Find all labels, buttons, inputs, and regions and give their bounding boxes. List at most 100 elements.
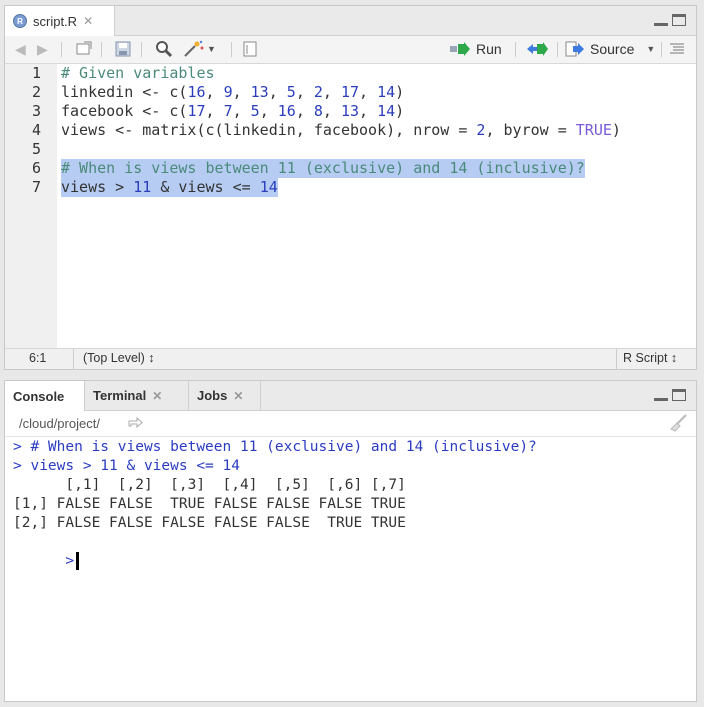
code-line[interactable]: linkedin <- c(16, 9, 13, 5, 2, 17, 14): [61, 83, 404, 102]
search-icon[interactable]: [155, 39, 173, 59]
minimize-icon[interactable]: [654, 14, 668, 26]
code-token: ,: [205, 83, 224, 101]
tab-terminal[interactable]: Terminal ✕: [85, 381, 189, 410]
editor-status-bar: 6:1 (Top Level) ↕ R Script ↕: [5, 348, 696, 369]
code-token: 7: [223, 102, 233, 120]
editor-toolbar: ◀ ▶ ▼ Run Source ▼: [5, 36, 696, 64]
code-token: 5: [250, 102, 260, 120]
line-number: 3: [31, 102, 41, 120]
code-token: ,: [232, 102, 251, 120]
go-to-directory-icon[interactable]: [127, 415, 143, 432]
minimize-icon[interactable]: [654, 389, 668, 401]
show-in-window-icon[interactable]: [75, 39, 93, 59]
code-token: # Given variables: [61, 64, 215, 82]
code-token: 14: [259, 178, 278, 196]
maximize-icon[interactable]: [672, 14, 686, 26]
text-cursor: [76, 552, 80, 570]
code-token: 2: [313, 83, 323, 101]
code-token: ,: [259, 102, 278, 120]
rerun-icon: [527, 42, 548, 56]
code-token: 17: [187, 102, 206, 120]
working-directory-bar: /cloud/project/: [5, 411, 696, 437]
code-token: 8: [313, 102, 323, 120]
close-icon[interactable]: ✕: [152, 389, 162, 403]
clear-console-broom-icon[interactable]: [668, 414, 688, 435]
tab-label: Jobs: [197, 388, 228, 403]
code-editor[interactable]: # Given variables linkedin <- c(16, 9, 1…: [61, 64, 696, 349]
code-token: ,: [322, 102, 341, 120]
code-line-selected[interactable]: views > 11 & views <= 14: [61, 178, 278, 197]
scope-selector[interactable]: (Top Level) ↕: [83, 351, 155, 365]
line-number: 1: [31, 64, 41, 82]
document-outline-icon[interactable]: [669, 39, 685, 59]
code-token: 16: [187, 83, 206, 101]
code-token: & views <=: [151, 178, 260, 196]
tab-console[interactable]: Console: [5, 381, 85, 411]
code-tools-wand-icon[interactable]: ▼: [183, 39, 216, 59]
code-token: ,: [359, 102, 378, 120]
r-file-icon: R: [13, 14, 27, 28]
compile-report-icon[interactable]: [243, 39, 257, 59]
line-number: 5: [31, 140, 41, 158]
code-token: facebook <- c(: [61, 102, 188, 120]
chevron-down-icon[interactable]: ▼: [646, 44, 655, 54]
code-token: 14: [377, 83, 396, 101]
console-output-line: [1,] FALSE FALSE TRUE FALSE FALSE FALSE …: [13, 496, 406, 512]
run-arrow-icon: [450, 42, 470, 56]
code-token: ): [395, 102, 405, 120]
code-token: 13: [250, 83, 269, 101]
tab-label: Terminal: [93, 388, 147, 403]
code-token: 5: [286, 83, 296, 101]
window-controls: [654, 389, 686, 401]
run-label: Run: [476, 41, 502, 57]
code-token: , byrow =: [485, 121, 576, 139]
console-prompt: >: [65, 553, 75, 569]
console-output-line: [2,] FALSE FALSE FALSE FALSE FALSE TRUE …: [13, 515, 406, 531]
line-number: 4: [31, 121, 41, 139]
code-line[interactable]: views <- matrix(c(linkedin, facebook), n…: [61, 121, 621, 140]
forward-arrow-icon[interactable]: ▶: [37, 39, 48, 59]
console-prompt-line[interactable]: >: [13, 533, 80, 570]
line-number: 6: [31, 159, 41, 177]
code-token: ,: [322, 83, 341, 101]
code-token: 14: [377, 102, 396, 120]
console-input-line: > views > 11 & views <= 14: [13, 458, 240, 474]
code-token: ,: [205, 102, 224, 120]
back-arrow-icon[interactable]: ◀: [15, 39, 26, 59]
tab-script-r[interactable]: R script.R ✕: [5, 6, 115, 36]
code-token: 11: [133, 178, 152, 196]
code-token: 16: [277, 102, 296, 120]
editor-tab-bar: R script.R ✕: [5, 6, 696, 36]
run-button[interactable]: Run: [449, 39, 502, 59]
source-button[interactable]: Source ▼: [565, 39, 655, 59]
source-editor-pane: R script.R ✕ ◀ ▶ ▼ Run Source ▼ 1 2 3 4 …: [4, 5, 697, 370]
code-token: 13: [340, 102, 360, 120]
maximize-icon[interactable]: [672, 389, 686, 401]
source-label: Source: [590, 41, 635, 57]
code-line[interactable]: facebook <- c(17, 7, 5, 16, 8, 13, 14): [61, 102, 404, 121]
console-output[interactable]: > # When is views between 11 (exclusive)…: [13, 438, 692, 701]
code-line-selected[interactable]: # When is views between 11 (exclusive) a…: [61, 159, 585, 178]
close-icon[interactable]: ✕: [83, 14, 93, 28]
code-token: linkedin <- c(: [61, 83, 188, 101]
console-output-line: [,1] [,2] [,3] [,4] [,5] [,6] [,7]: [13, 477, 406, 493]
file-type-selector[interactable]: R Script ↕: [623, 351, 677, 365]
code-token: ,: [268, 83, 287, 101]
close-icon[interactable]: ✕: [233, 389, 243, 403]
code-token: TRUE: [575, 121, 612, 139]
save-icon[interactable]: [115, 39, 131, 59]
code-token: # When is views between 11 (exclusive) a…: [61, 159, 585, 177]
chevron-down-icon[interactable]: ▼: [207, 44, 216, 54]
console-input-line: > # When is views between 11 (exclusive)…: [13, 439, 537, 455]
cursor-position: 6:1: [29, 351, 47, 365]
tab-label: script.R: [33, 13, 78, 29]
rerun-button[interactable]: [525, 39, 549, 59]
working-directory-path: /cloud/project/: [19, 416, 100, 431]
code-line[interactable]: # Given variables: [61, 64, 215, 83]
line-number-gutter: 1 2 3 4 5 6 7: [5, 64, 57, 349]
code-token: views <- matrix(c(linkedin, facebook), n…: [61, 121, 477, 139]
console-pane: Console Terminal ✕ Jobs ✕ /cloud/project…: [4, 380, 697, 702]
code-token: ,: [295, 102, 314, 120]
source-icon: [565, 41, 584, 57]
tab-jobs[interactable]: Jobs ✕: [189, 381, 261, 410]
